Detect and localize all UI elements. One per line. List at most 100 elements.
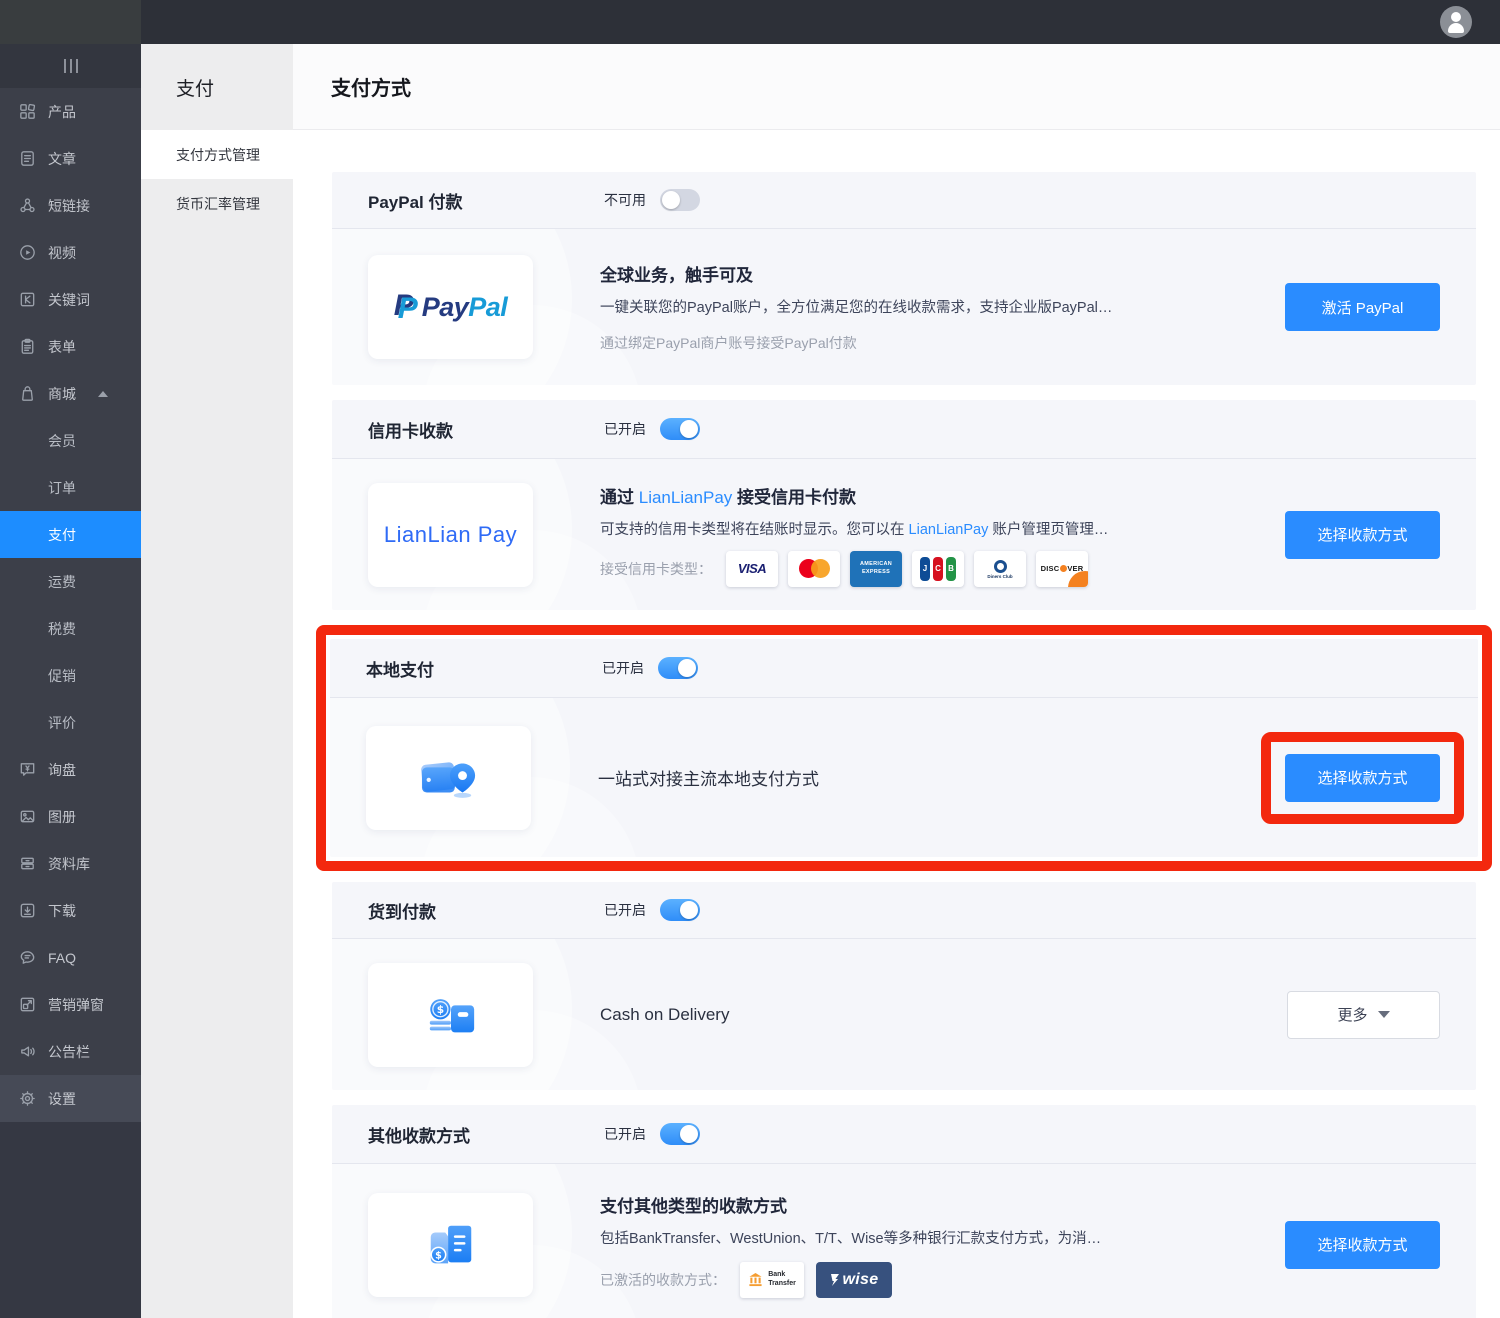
sidebar-item-albums[interactable]: 图册 — [0, 793, 141, 840]
subnav-currency-rates[interactable]: 货币汇率管理 — [141, 179, 293, 228]
cash-card-icon: $ — [422, 988, 480, 1042]
section-title: 本地支付 — [366, 656, 602, 681]
sidebar-item-shipping[interactable]: 运费 — [0, 558, 141, 605]
sidebar-item-reviews[interactable]: 评价 — [0, 699, 141, 746]
wallet-location-icon — [418, 750, 480, 806]
sidebar-item-orders[interactable]: 订单 — [0, 464, 141, 511]
bank-icon — [748, 1272, 763, 1287]
sidebar-collapse-handle[interactable] — [0, 44, 141, 88]
sidebar-item-articles[interactable]: 文章 — [0, 135, 141, 182]
grid-icon — [18, 102, 37, 121]
other-methods-toggle[interactable] — [660, 1123, 700, 1145]
wise-flag-icon — [830, 1273, 840, 1287]
gear-icon — [18, 1089, 37, 1108]
choose-other-method-button[interactable]: 选择收款方式 — [1285, 1221, 1440, 1269]
download-icon — [18, 901, 37, 920]
paypal-toggle[interactable] — [660, 189, 700, 211]
status-label: 不可用 — [604, 190, 646, 210]
other-methods-icon-card: $ — [368, 1193, 533, 1297]
lianlianpay-logo-card: LianLian Pay — [368, 483, 533, 587]
other-methods-desc: 包括BankTransfer、WestUnion、T/T、Wise等多种银行汇款… — [600, 1227, 1285, 1248]
sidebar-item-settings[interactable]: 设置 — [0, 1075, 141, 1122]
credit-card-desc: 可支持的信用卡类型将在结账时显示。您可以在 LianLianPay 账户管理页管… — [600, 518, 1285, 539]
status-label: 已开启 — [604, 1124, 646, 1144]
user-avatar[interactable] — [1440, 6, 1472, 38]
keyword-icon — [18, 290, 37, 309]
section-title: 货到付款 — [368, 898, 604, 923]
amex-icon: AMERICAN EXPRESS — [850, 551, 902, 587]
popup-expand-icon — [18, 995, 37, 1014]
page-header: 支付方式 — [293, 44, 1500, 130]
credit-card-toggle[interactable] — [660, 418, 700, 440]
top-bar — [0, 0, 1500, 44]
status-label: 已开启 — [604, 900, 646, 920]
wallet-document-icon: $ — [423, 1218, 479, 1272]
activated-methods-label: 已激活的收款方式： — [600, 1270, 726, 1290]
sidebar-item-promotions[interactable]: 促销 — [0, 652, 141, 699]
discover-icon: DISCVER — [1036, 551, 1088, 587]
section-paypal: PayPal 付款 不可用 PP PayPal 全球业务，触手可及 — [332, 172, 1476, 385]
sidebar-item-mall[interactable]: 商城 — [0, 370, 141, 417]
megaphone-icon — [18, 1042, 37, 1061]
collapse-handle-icon — [64, 59, 66, 73]
secondary-sidebar-title: 支付 — [141, 44, 293, 130]
paypal-logo-card: PP PayPal — [368, 255, 533, 359]
lianlianpay-link[interactable]: LianLianPay — [639, 488, 733, 507]
subnav-payment-methods[interactable]: 支付方式管理 — [141, 130, 293, 179]
lianlianpay-logo: LianLian Pay — [384, 522, 517, 548]
choose-credit-method-button[interactable]: 选择收款方式 — [1285, 511, 1440, 559]
annotation-rect-inner: 选择收款方式 — [1261, 732, 1464, 824]
sidebar-item-short-links[interactable]: 短链接 — [0, 182, 141, 229]
paypal-card-title: 全球业务，触手可及 — [600, 261, 1285, 286]
image-icon — [18, 807, 37, 826]
sidebar-item-faq[interactable]: FAQ — [0, 934, 141, 981]
diners-club-icon: Diners Club — [974, 551, 1026, 587]
page-content: PayPal 付款 不可用 PP PayPal 全球业务，触手可及 — [293, 130, 1500, 1318]
section-title: 信用卡收款 — [368, 417, 604, 442]
link-nodes-icon — [18, 196, 37, 215]
sidebar-item-members[interactable]: 会员 — [0, 417, 141, 464]
svg-text:$: $ — [436, 1004, 443, 1016]
sidebar-item-inquiries[interactable]: 询盘 — [0, 746, 141, 793]
bank-transfer-badge: BankTransfer — [740, 1262, 804, 1298]
sidebar-item-keywords[interactable]: 关键词 — [0, 276, 141, 323]
article-icon — [18, 149, 37, 168]
section-title: PayPal 付款 — [368, 188, 604, 213]
local-payment-icon-card — [366, 726, 531, 830]
sidebar-item-tax[interactable]: 税费 — [0, 605, 141, 652]
sidebar-item-payment[interactable]: 支付 — [0, 511, 141, 558]
accept-types-label: 接受信用卡类型： — [600, 559, 712, 579]
chevron-up-icon — [98, 391, 108, 397]
sidebar-item-downloads[interactable]: 下载 — [0, 887, 141, 934]
main-area: 支付方式 PayPal 付款 不可用 PP PayPal — [293, 44, 1500, 1318]
paypal-card-note: 通过绑定PayPal商户账号接受PayPal付款 — [600, 333, 1285, 353]
sidebar-item-videos[interactable]: 视频 — [0, 229, 141, 276]
status-label: 已开启 — [604, 419, 646, 439]
sidebar-item-marketing-popup[interactable]: 营销弹窗 — [0, 981, 141, 1028]
page-title: 支付方式 — [331, 72, 411, 101]
paypal-card-desc: 一键关联您的PayPal账户，全方位满足您的在线收款需求，支持企业版PayPal… — [600, 296, 1285, 317]
section-cod: 货到付款 已开启 — [332, 882, 1476, 1090]
jcb-icon: JCB — [912, 551, 964, 587]
choose-local-method-button[interactable]: 选择收款方式 — [1285, 754, 1440, 802]
secondary-sidebar: 支付 支付方式管理 货币汇率管理 — [141, 44, 293, 1318]
local-payment-toggle[interactable] — [658, 657, 698, 679]
archive-icon — [18, 854, 37, 873]
lianlianpay-link[interactable]: LianLianPay — [909, 522, 989, 538]
section-local-payment: 本地支付 已开启 — [330, 639, 1478, 857]
logo-area — [0, 0, 141, 44]
wise-badge: wise — [816, 1262, 892, 1298]
cod-toggle[interactable] — [660, 899, 700, 921]
visa-icon: VISA — [726, 551, 778, 587]
inquiry-bubble-icon — [18, 760, 37, 779]
status-label: 已开启 — [602, 658, 644, 678]
more-button[interactable]: 更多 — [1287, 991, 1440, 1039]
sidebar-item-announcements[interactable]: 公告栏 — [0, 1028, 141, 1075]
sidebar-item-products[interactable]: 产品 — [0, 88, 141, 135]
activate-paypal-button[interactable]: 激活 PayPal — [1285, 283, 1440, 331]
sidebar-item-library[interactable]: 资料库 — [0, 840, 141, 887]
faq-bubble-icon — [18, 948, 37, 967]
app-window: 产品 文章 短链接 视频 关键词 表单 — [0, 0, 1500, 1318]
sidebar-item-forms[interactable]: 表单 — [0, 323, 141, 370]
annotation-rect-outer: 本地支付 已开启 — [316, 625, 1492, 871]
